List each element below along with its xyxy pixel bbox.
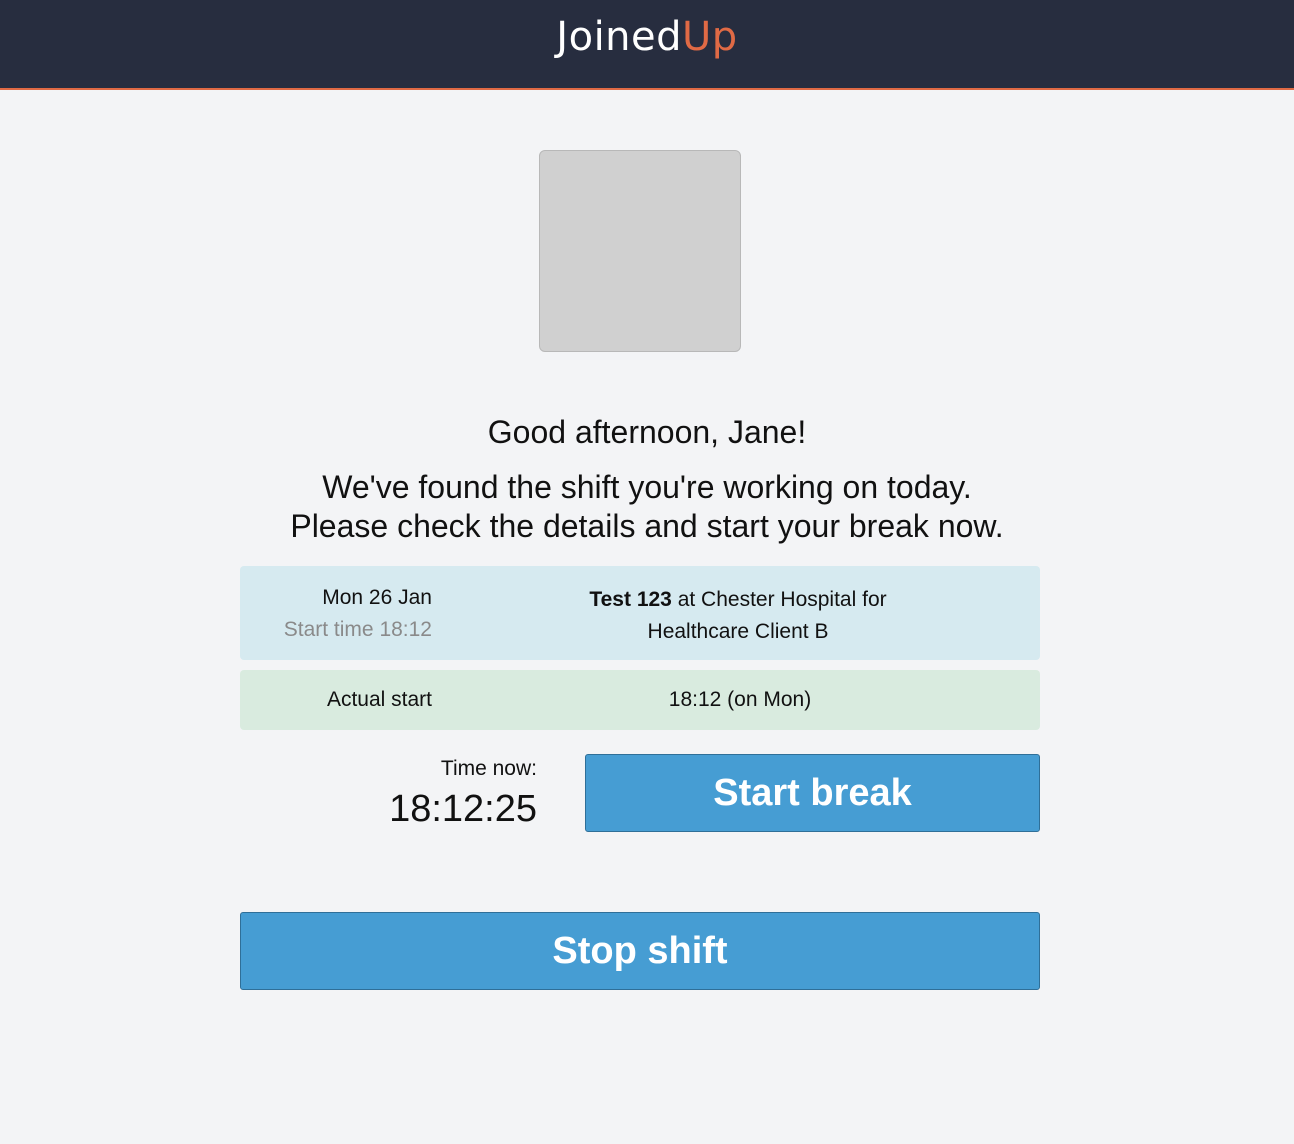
greeting-text: Good afternoon, Jane!	[487, 414, 807, 450]
start-break-button[interactable]: Start break	[585, 754, 1040, 832]
instruction-line-1: We've found the shift you're working on …	[322, 469, 972, 505]
shift-details-panel: Mon 26 Jan Start time 18:12 Test 123 at …	[240, 566, 1040, 660]
shift-location: at Chester Hospital for	[671, 588, 887, 611]
shift-date: Mon 26 Jan	[322, 586, 432, 609]
logo-text-joined: Joined	[556, 14, 683, 60]
time-now-label: Time now:	[440, 757, 537, 780]
joinedup-logo: JoinedUp	[0, 14, 1294, 60]
shift-start-time: Start time 18:12	[283, 618, 432, 641]
logo-text-up: Up	[682, 14, 738, 60]
actual-start-value: 18:12 (on Mon)	[668, 688, 812, 711]
user-avatar	[539, 150, 741, 352]
time-now-value: 18:12:25	[389, 788, 537, 830]
instruction-message: We've found the shift you're working on …	[0, 468, 1294, 546]
shift-description: Test 123 at Chester Hospital for Healthc…	[570, 584, 906, 648]
actual-start-panel: Actual start 18:12 (on Mon)	[240, 670, 1040, 730]
top-header-bar: JoinedUp	[0, 0, 1294, 90]
stop-shift-button[interactable]: Stop shift	[240, 912, 1040, 990]
shift-client: Healthcare Client B	[647, 620, 829, 643]
actual-start-label: Actual start	[326, 688, 432, 711]
shift-name: Test 123	[589, 588, 672, 611]
instruction-line-2: Please check the details and start your …	[290, 508, 1004, 544]
